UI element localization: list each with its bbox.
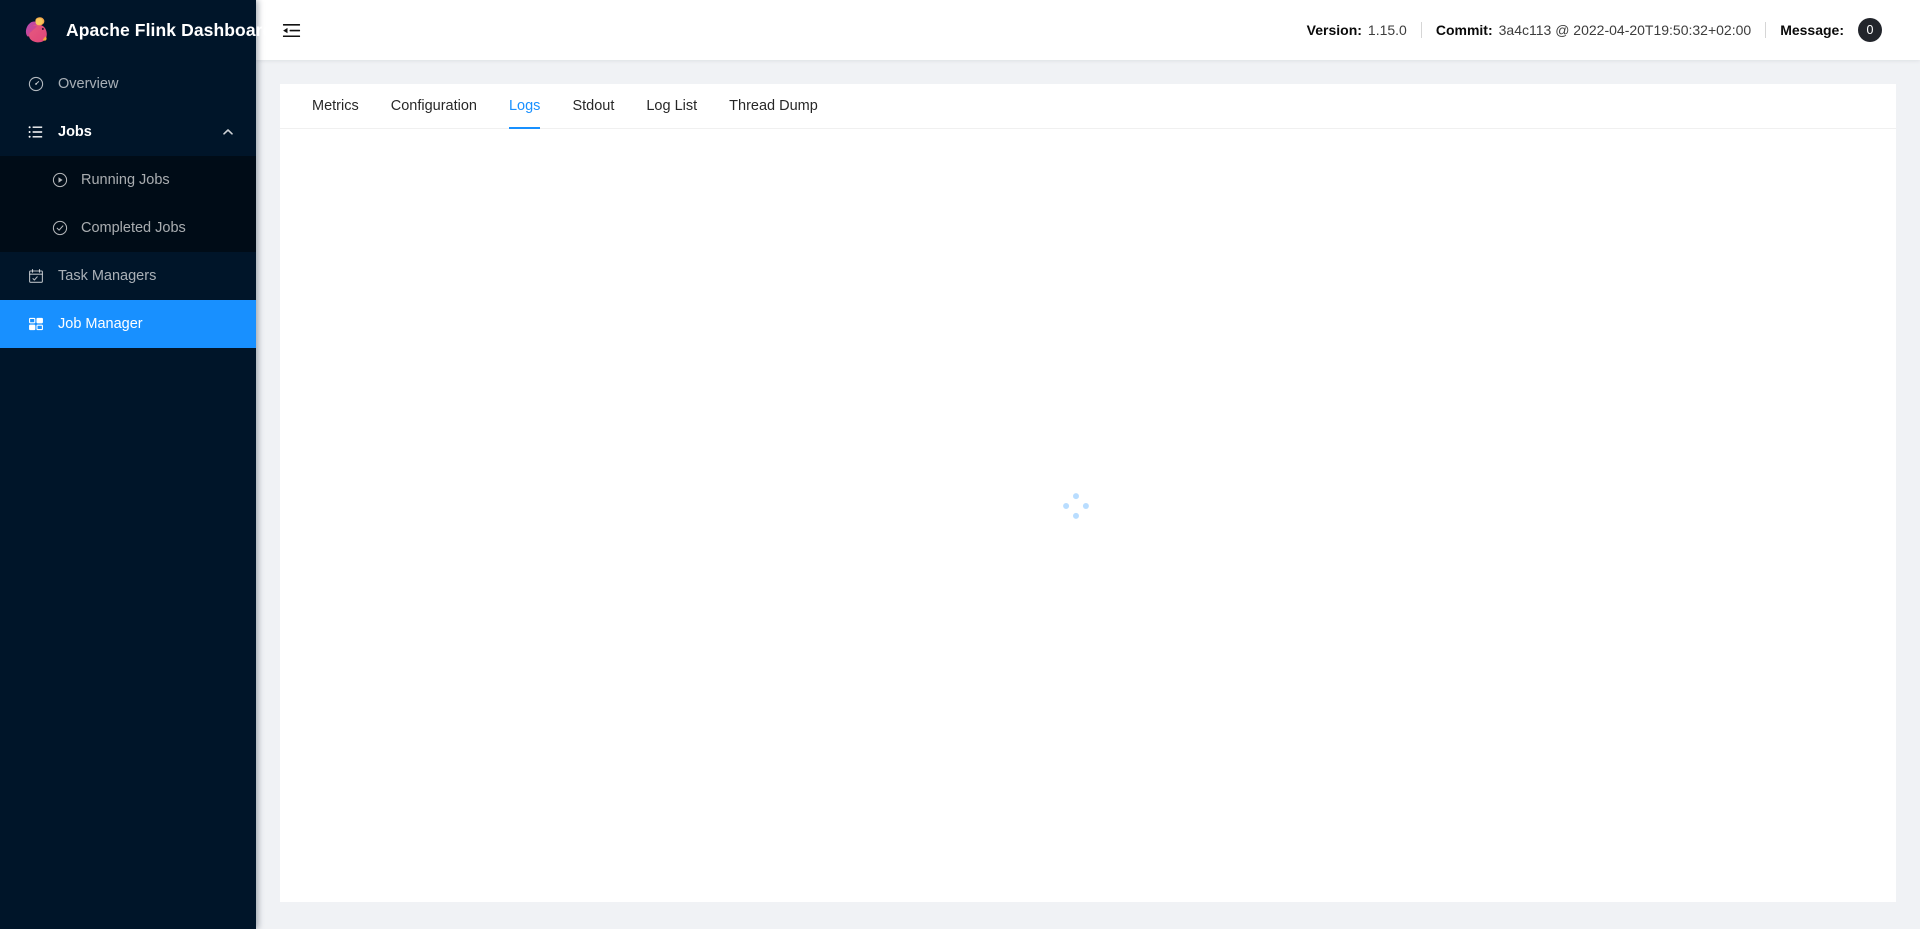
job-manager-card: Metrics Configuration Logs Stdout Log Li… <box>280 84 1896 902</box>
sidebar-item-label-overview: Overview <box>58 76 119 92</box>
chevron-up-icon[interactable] <box>222 126 234 138</box>
menu-fold-icon[interactable] <box>278 17 304 43</box>
play-circle-icon <box>52 172 68 188</box>
sidebar: Apache Flink Dashboard Overview Jobs Run… <box>0 0 273 929</box>
sidebar-item-task-managers[interactable]: Task Managers <box>0 252 256 300</box>
tab-label-configuration: Configuration <box>390 98 477 114</box>
sidebar-item-label-jobs: Jobs <box>58 124 92 140</box>
tab-label-stdout: Stdout <box>572 98 615 114</box>
commit-info: Commit: 3a4c113 @ 2022-04-20T19:50:32+02… <box>1422 22 1765 38</box>
tab-label-logs: Logs <box>508 98 541 114</box>
schedule-icon <box>28 268 44 284</box>
loading-dots-icon <box>1060 490 1091 521</box>
brand-title: Apache Flink Dashboard <box>66 19 274 40</box>
version-info: Version: 1.15.0 <box>1293 22 1421 38</box>
right-pane: Version: 1.15.0 Commit: 3a4c113 @ 2022-0… <box>256 0 1920 929</box>
tab-bar: Metrics Configuration Logs Stdout Log Li… <box>280 84 1896 129</box>
topbar: Version: 1.15.0 Commit: 3a4c113 @ 2022-0… <box>256 0 1920 60</box>
sidebar-item-overview[interactable]: Overview <box>0 60 256 108</box>
message-info: Message: 0 <box>1766 18 1896 42</box>
blocks-icon <box>28 316 44 332</box>
sidebar-menu: Overview Jobs Running Jobs Completed Job… <box>0 60 256 929</box>
list-icon <box>28 124 44 140</box>
sidebar-item-job-manager[interactable]: Job Manager <box>0 300 256 348</box>
commit-value: 3a4c113 @ 2022-04-20T19:50:32+02:00 <box>1498 22 1752 38</box>
tab-panel-logs <box>280 129 1896 902</box>
check-circle-icon <box>52 220 68 236</box>
sidebar-item-completed-jobs[interactable]: Completed Jobs <box>0 204 256 252</box>
brand-header[interactable]: Apache Flink Dashboard <box>0 0 273 60</box>
tab-configuration[interactable]: Configuration <box>375 84 493 128</box>
sidebar-item-label-completed-jobs: Completed Jobs <box>81 220 186 236</box>
tab-stdout[interactable]: Stdout <box>556 84 630 128</box>
tab-label-thread-dump: Thread Dump <box>729 98 818 114</box>
flink-squirrel-logo-icon <box>20 13 54 47</box>
tab-label-metrics: Metrics <box>312 98 359 114</box>
tab-logs[interactable]: Logs <box>493 84 556 129</box>
version-value: 1.15.0 <box>1367 22 1407 38</box>
sidebar-item-label-job-manager: Job Manager <box>58 316 143 332</box>
commit-label: Commit: <box>1435 22 1493 38</box>
flink-dashboard-app: Apache Flink Dashboard Overview Jobs Run… <box>0 0 1920 929</box>
dashboard-icon <box>28 76 44 92</box>
tab-label-log-list: Log List <box>646 98 698 114</box>
message-count-badge[interactable]: 0 <box>1858 18 1882 42</box>
tab-thread-dump[interactable]: Thread Dump <box>713 84 834 128</box>
content-area: Metrics Configuration Logs Stdout Log Li… <box>256 60 1920 929</box>
sidebar-item-running-jobs[interactable]: Running Jobs <box>0 156 256 204</box>
sidebar-item-label-running-jobs: Running Jobs <box>81 172 170 188</box>
sidebar-submenu-jobs: Running Jobs Completed Jobs <box>0 156 256 252</box>
sidebar-item-jobs[interactable]: Jobs <box>0 108 256 156</box>
topbar-info: Version: 1.15.0 Commit: 3a4c113 @ 2022-0… <box>1293 18 1896 42</box>
message-label: Message: <box>1780 22 1844 38</box>
sidebar-item-label-task-managers: Task Managers <box>58 268 157 284</box>
tab-metrics[interactable]: Metrics <box>296 84 375 128</box>
loading-spinner <box>1061 491 1091 520</box>
version-label: Version: <box>1306 22 1362 38</box>
tab-log-list[interactable]: Log List <box>630 84 713 128</box>
